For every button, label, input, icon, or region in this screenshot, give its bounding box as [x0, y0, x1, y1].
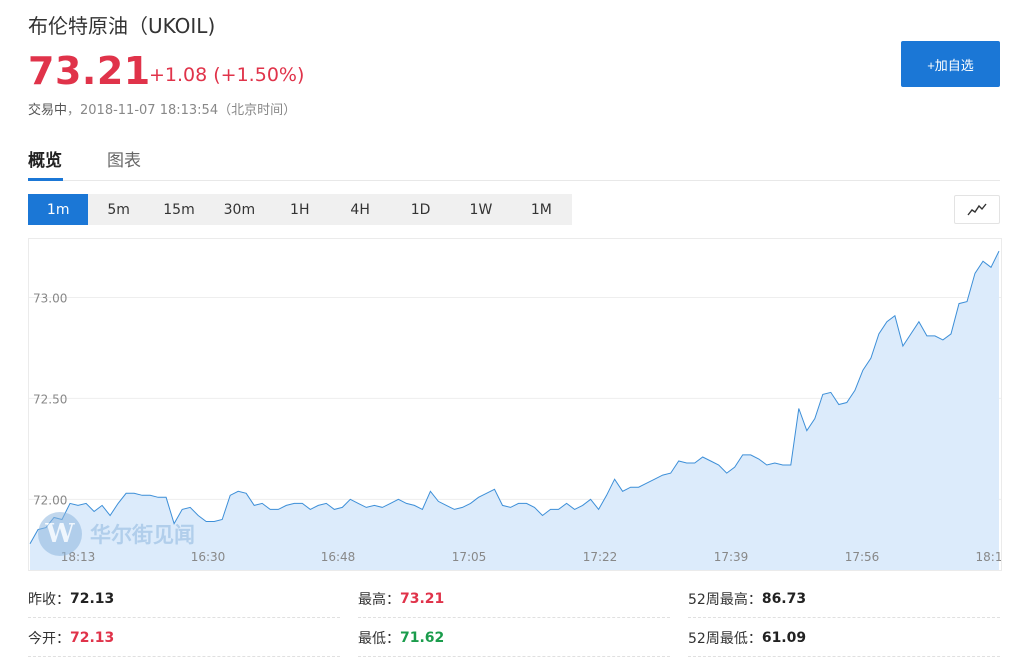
period-selector: 1m 5m 15m 30m 1H 4H 1D 1W 1M: [28, 194, 572, 225]
x-tick-label: 17:56: [845, 550, 880, 564]
period-1h[interactable]: 1H: [270, 194, 330, 225]
stat-label: 昨收：: [28, 591, 70, 608]
stat-open: 今开： 72.13: [28, 619, 340, 657]
period-5m[interactable]: 5m: [88, 194, 148, 225]
chart-canvas: 72.00 72.50 73.00 18:13 16:30 16:48 17:05 17:22…: [29, 250, 1002, 570]
price-chart[interactable]: 72.00 72.50 73.00 18:13 16:30 16:48 17:05 17:22…: [28, 238, 1002, 571]
x-tick-label: 16:48: [321, 550, 356, 564]
period-1mo[interactable]: 1M: [511, 194, 571, 225]
trading-status: 交易中，2018-11-07 18:13:54（北京时间）: [28, 99, 296, 118]
stat-52w-high: 52周最高： 86.73: [688, 580, 1000, 618]
stat-52w-low: 52周最低： 61.09: [688, 619, 1000, 657]
y-tick-label: 72.50: [33, 392, 67, 406]
period-4h[interactable]: 4H: [330, 194, 390, 225]
add-watchlist-button[interactable]: +加自选: [901, 41, 1000, 87]
x-tick-label: 18:13: [61, 550, 96, 564]
stat-low: 最低： 71.62: [358, 619, 670, 657]
period-15m[interactable]: 15m: [149, 194, 209, 225]
x-tick-label: 17:22: [583, 550, 618, 564]
stat-value: 71.62: [400, 629, 445, 646]
stat-value: 72.13: [70, 629, 115, 646]
tab-overview[interactable]: 概览: [28, 146, 62, 171]
x-tick-label: 16:30: [191, 550, 226, 564]
price-area: [30, 251, 999, 570]
status-timestamp: ，2018-11-07 18:13:54（北京时间）: [67, 103, 297, 118]
x-tick-label: 17:39: [714, 550, 749, 564]
stat-label: 今开：: [28, 630, 70, 647]
stat-label: 最高：: [358, 591, 400, 608]
stat-prev-close: 昨收： 72.13: [28, 580, 340, 618]
period-1w[interactable]: 1W: [451, 194, 511, 225]
x-tick-label: 17:05: [452, 550, 487, 564]
stat-label: 52周最高：: [688, 591, 762, 608]
chart-type-button[interactable]: [954, 195, 1000, 224]
period-1d[interactable]: 1D: [390, 194, 450, 225]
price-change: +1.08 (+1.50%): [149, 64, 305, 86]
stat-high: 最高： 73.21: [358, 580, 670, 618]
line-chart-icon: [967, 203, 987, 215]
period-30m[interactable]: 30m: [209, 194, 269, 225]
stat-value: 86.73: [761, 590, 807, 607]
y-tick-label: 73.00: [33, 292, 67, 306]
tab-bar: 概览 图表: [28, 140, 1000, 181]
instrument-title: 布伦特原油（UKOIL): [28, 14, 216, 38]
stats-panel: 昨收： 72.13 最高： 73.21 52周最高： 86.73 今开： 72.13 最…: [28, 580, 1000, 660]
tab-chart[interactable]: 图表: [107, 146, 141, 171]
stat-value: 61.09: [761, 629, 807, 646]
x-tick-label: 18:1: [976, 550, 1002, 564]
stat-label: 52周最低：: [688, 630, 762, 647]
current-price: 73.21: [28, 49, 151, 93]
active-tab-indicator: [28, 178, 63, 181]
period-1m[interactable]: 1m: [28, 194, 89, 225]
y-tick-label: 72.00: [33, 493, 67, 507]
stat-label: 最低：: [358, 630, 400, 647]
stat-value: 72.13: [70, 590, 115, 607]
status-text: 交易中: [28, 103, 68, 118]
stat-value: 73.21: [400, 590, 445, 607]
